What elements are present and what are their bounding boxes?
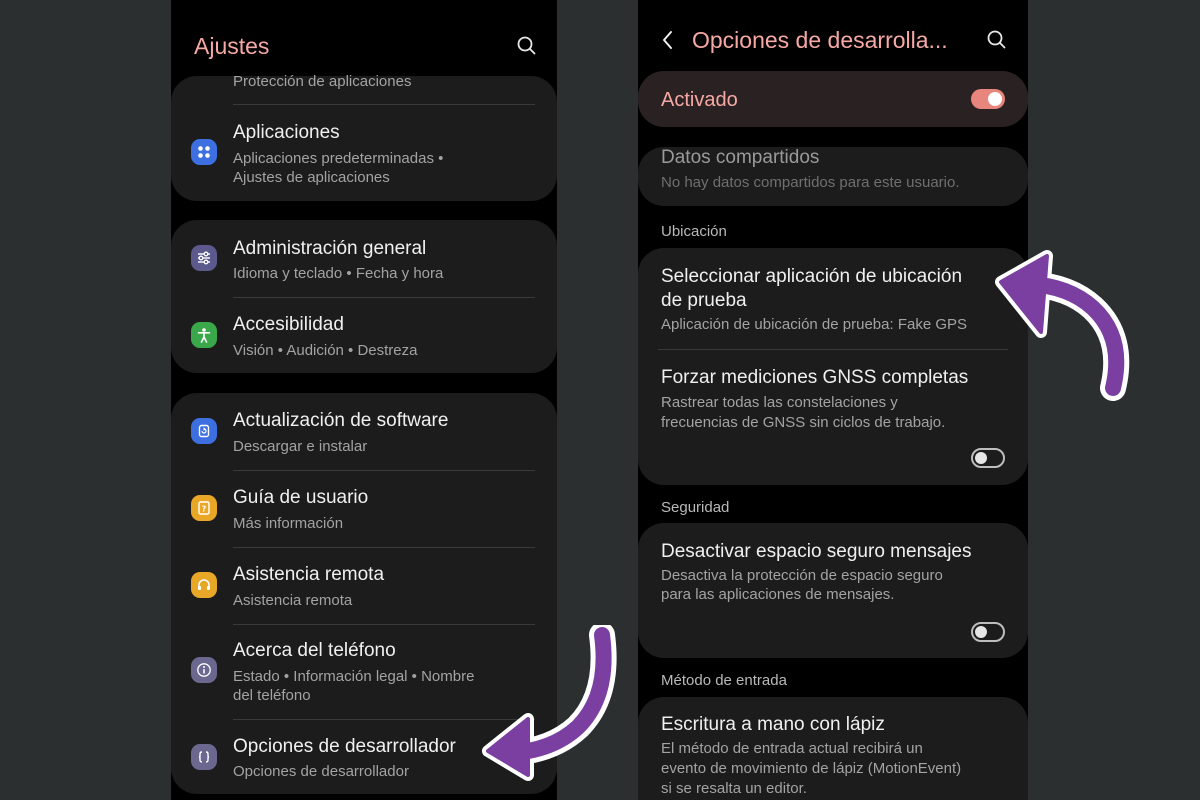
item-subtitle: del teléfono — [233, 687, 311, 704]
gnss-toggle[interactable] — [971, 448, 1005, 468]
item-subtitle: Visión • Audición • Destreza — [233, 342, 418, 359]
activated-label: Activado — [661, 89, 738, 111]
settings-card-general: Administración general Idioma y teclado … — [171, 220, 557, 373]
item-subtitle: Estado • Información legal • Nombre — [233, 668, 475, 685]
item-title: de prueba — [661, 290, 747, 311]
item-subtitle: evento de movimiento de lápiz (MotionEve… — [661, 760, 962, 777]
item-title: Administración general — [233, 238, 427, 259]
item-subtitle: Desactiva la protección de espacio segur… — [661, 567, 943, 584]
master-switch-card[interactable]: Activado — [638, 71, 1028, 127]
settings-item-general-admin[interactable]: Administración general Idioma y teclado … — [171, 220, 557, 297]
security-card: Desactivar espacio seguro mensajes Desac… — [638, 523, 1028, 658]
item-subtitle: Asistencia remota — [233, 592, 353, 609]
shared-data-subtitle: No hay datos compartidos para este usuar… — [661, 174, 960, 191]
apps-grid-icon — [191, 139, 217, 165]
mock-location-app-item[interactable]: Seleccionar aplicación de ubicación de p… — [638, 248, 1028, 349]
item-subtitle: Aplicaciones predeterminadas • — [233, 150, 444, 167]
item-subtitle: Ajustes de aplicaciones — [233, 169, 390, 186]
back-button[interactable] — [656, 27, 680, 53]
item-subtitle: para las aplicaciones de mensajes. — [661, 586, 895, 603]
item-subtitle: frecuencias de GNSS sin ciclos de trabaj… — [661, 414, 946, 431]
sliders-icon — [191, 245, 217, 271]
gnss-item[interactable]: Forzar mediciones GNSS completas Rastrea… — [638, 349, 1028, 485]
location-card: Seleccionar aplicación de ubicación de p… — [638, 248, 1028, 485]
item-subtitle: Descargar e instalar — [233, 438, 368, 455]
search-icon — [517, 36, 536, 55]
item-title: Aplicaciones — [233, 122, 340, 143]
accessibility-icon — [191, 322, 217, 348]
item-subtitle: si se resalta un editor. — [661, 780, 807, 797]
item-subtitle: El método de entrada actual recibirá un — [661, 740, 923, 757]
item-title: Asistencia remota — [233, 564, 385, 585]
item-title: Forzar mediciones GNSS completas — [661, 367, 969, 388]
stylus-handwriting-item[interactable]: Escritura a mano con lápiz El método de … — [638, 697, 1028, 800]
divider — [233, 104, 535, 105]
secure-space-toggle[interactable] — [971, 622, 1005, 642]
page-title: Opciones de desarrolla... — [692, 27, 948, 53]
settings-card-apps: Protección de aplicaciones Aplicaciones … — [171, 73, 557, 201]
item-subtitle: Aplicación de ubicación de prueba: Fake … — [661, 316, 968, 333]
settings-header: Ajustes — [171, 0, 557, 70]
back-arrow-icon — [663, 31, 672, 49]
developer-header: Opciones de desarrolla... — [638, 0, 1028, 70]
item-subtitle: Idioma y teclado • Fecha y hora — [233, 265, 444, 282]
settings-item-accessibility[interactable]: Accesibilidad Visión • Audición • Destre… — [171, 297, 557, 373]
annotation-arrow-developer-options — [482, 625, 617, 781]
item-title: Seleccionar aplicación de ubicación — [661, 266, 963, 287]
settings-item-software-update[interactable]: Actualización de software Descargar e in… — [171, 393, 557, 470]
item-subtitle: Más información — [233, 515, 344, 532]
headset-icon — [191, 572, 217, 598]
info-icon — [191, 657, 217, 683]
item-title: Desactivar espacio seguro mensajes — [661, 541, 972, 562]
secure-space-item[interactable]: Desactivar espacio seguro mensajes Desac… — [638, 523, 1028, 658]
section-header-security: Seguridad — [661, 499, 730, 516]
settings-item-remote-support[interactable]: Asistencia remota Asistencia remota — [171, 547, 557, 624]
item-subtitle: Opciones de desarrollador — [233, 763, 409, 780]
shared-data-card: Datos compartidos No hay datos compartid… — [638, 147, 1028, 206]
user-guide-icon: ? — [191, 495, 217, 521]
search-button[interactable] — [514, 33, 540, 59]
partial-item-label[interactable]: Protección de aplicaciones — [233, 72, 411, 91]
item-title: Opciones de desarrollador — [233, 736, 456, 757]
section-header-input-method: Método de entrada — [661, 672, 787, 689]
page-title: Ajustes — [194, 33, 270, 59]
svg-text:?: ? — [202, 505, 207, 514]
master-toggle[interactable] — [971, 89, 1005, 109]
developer-options-screen: Opciones de desarrolla... Activado Datos… — [638, 0, 1028, 800]
item-title: Actualización de software — [233, 410, 449, 431]
search-icon — [987, 30, 1006, 49]
software-update-icon — [191, 418, 217, 444]
developer-braces-icon — [191, 744, 217, 770]
settings-item-apps[interactable]: Aplicaciones Aplicaciones predeterminada… — [171, 106, 557, 201]
shared-data-title[interactable]: Datos compartidos — [661, 146, 819, 170]
section-header-location: Ubicación — [661, 223, 727, 240]
item-title: Accesibilidad — [233, 314, 344, 335]
input-method-card: Escritura a mano con lápiz El método de … — [638, 697, 1028, 800]
settings-item-user-guide[interactable]: ? Guía de usuario Más información — [171, 470, 557, 547]
search-button[interactable] — [984, 27, 1010, 53]
item-title: Escritura a mano con lápiz — [661, 714, 885, 735]
item-title: Guía de usuario — [233, 487, 369, 508]
item-subtitle: Rastrear todas las constelaciones y — [661, 394, 898, 411]
annotation-arrow-mock-location — [995, 250, 1130, 401]
item-title: Acerca del teléfono — [233, 640, 396, 661]
